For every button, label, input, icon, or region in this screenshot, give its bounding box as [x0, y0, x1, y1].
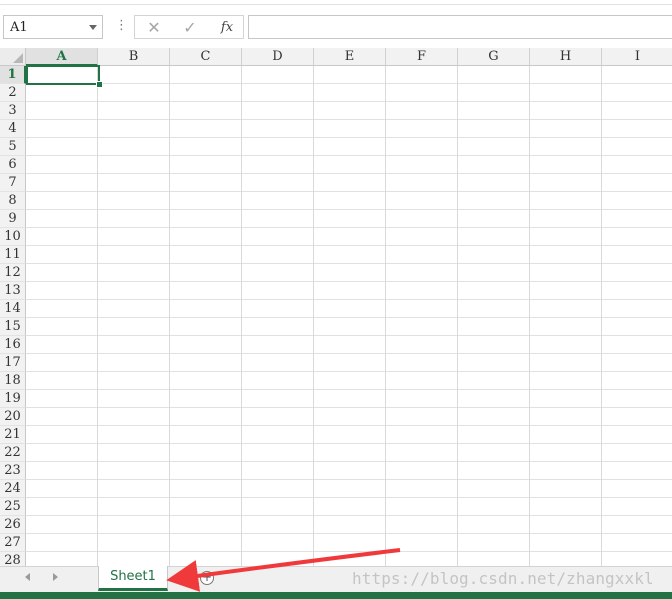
row-header-9[interactable]: 9	[0, 210, 26, 228]
row-header-5[interactable]: 5	[0, 138, 26, 156]
row-header-11[interactable]: 11	[0, 246, 26, 264]
active-cell-a1[interactable]	[26, 65, 100, 85]
name-box-value: A1	[10, 20, 28, 35]
name-box[interactable]: A1	[3, 15, 103, 39]
function-icon[interactable]: fx	[213, 17, 241, 39]
row-header-23[interactable]: 23	[0, 462, 26, 480]
watermark: https://blog.csdn.net/zhangxxkl	[352, 569, 654, 588]
row-header-21[interactable]: 21	[0, 426, 26, 444]
row-header-10[interactable]: 10	[0, 228, 26, 246]
formula-bar-splitter[interactable]: ⋮	[115, 18, 128, 34]
column-header-b[interactable]: B	[98, 48, 170, 66]
column-header-g[interactable]: G	[458, 48, 530, 66]
plus-circle-icon[interactable]: +	[200, 571, 214, 585]
row-header-1[interactable]: 1	[0, 66, 26, 84]
column-header-c[interactable]: C	[170, 48, 242, 66]
row-header-3[interactable]: 3	[0, 102, 26, 120]
select-all-corner[interactable]	[0, 48, 26, 66]
formula-buttons: ✕ ✓ fx	[134, 15, 244, 39]
column-header-h[interactable]: H	[530, 48, 602, 66]
row-header-2[interactable]: 2	[0, 84, 26, 102]
row-header-13[interactable]: 13	[0, 282, 26, 300]
row-header-12[interactable]: 12	[0, 264, 26, 282]
row-header-4[interactable]: 4	[0, 120, 26, 138]
row-header-16[interactable]: 16	[0, 336, 26, 354]
row-header-20[interactable]: 20	[0, 408, 26, 426]
row-header-27[interactable]: 27	[0, 534, 26, 552]
column-header-f[interactable]: F	[386, 48, 458, 66]
column-header-i[interactable]: I	[602, 48, 672, 66]
formula-input[interactable]	[248, 15, 672, 39]
column-header-e[interactable]: E	[314, 48, 386, 66]
row-header-18[interactable]: 18	[0, 372, 26, 390]
row-header-8[interactable]: 8	[0, 192, 26, 210]
column-header-d[interactable]: D	[242, 48, 314, 66]
row-header-15[interactable]: 15	[0, 318, 26, 336]
fill-handle[interactable]	[96, 81, 103, 88]
formula-bar: A1 ⋮ ✕ ✓ fx	[0, 0, 672, 49]
sheet-tab-sheet1[interactable]: Sheet1	[98, 566, 168, 591]
check-icon[interactable]: ✓	[176, 17, 204, 39]
row-header-24[interactable]: 24	[0, 480, 26, 498]
column-header-a[interactable]: A	[26, 48, 98, 66]
select-all-icon	[13, 53, 23, 63]
row-header-22[interactable]: 22	[0, 444, 26, 462]
row-header-26[interactable]: 26	[0, 516, 26, 534]
row-header-14[interactable]: 14	[0, 300, 26, 318]
caret-right-icon[interactable]	[53, 573, 58, 581]
chevron-down-icon[interactable]	[89, 25, 97, 30]
status-bar	[0, 592, 672, 599]
caret-left-icon[interactable]	[25, 573, 30, 581]
row-header-17[interactable]: 17	[0, 354, 26, 372]
row-header-6[interactable]: 6	[0, 156, 26, 174]
row-header-7[interactable]: 7	[0, 174, 26, 192]
row-header-19[interactable]: 19	[0, 390, 26, 408]
row-header-25[interactable]: 25	[0, 498, 26, 516]
cell-grid[interactable]	[26, 66, 672, 566]
close-icon[interactable]: ✕	[140, 17, 168, 39]
top-divider	[0, 4, 672, 5]
row-header-28[interactable]: 28	[0, 552, 26, 566]
worksheet-grid: ABCDEFGHI 1 2 3 4 5 6 7 8 9 10 11 12 13 14 15 16 17 18 19 2…	[0, 48, 672, 566]
